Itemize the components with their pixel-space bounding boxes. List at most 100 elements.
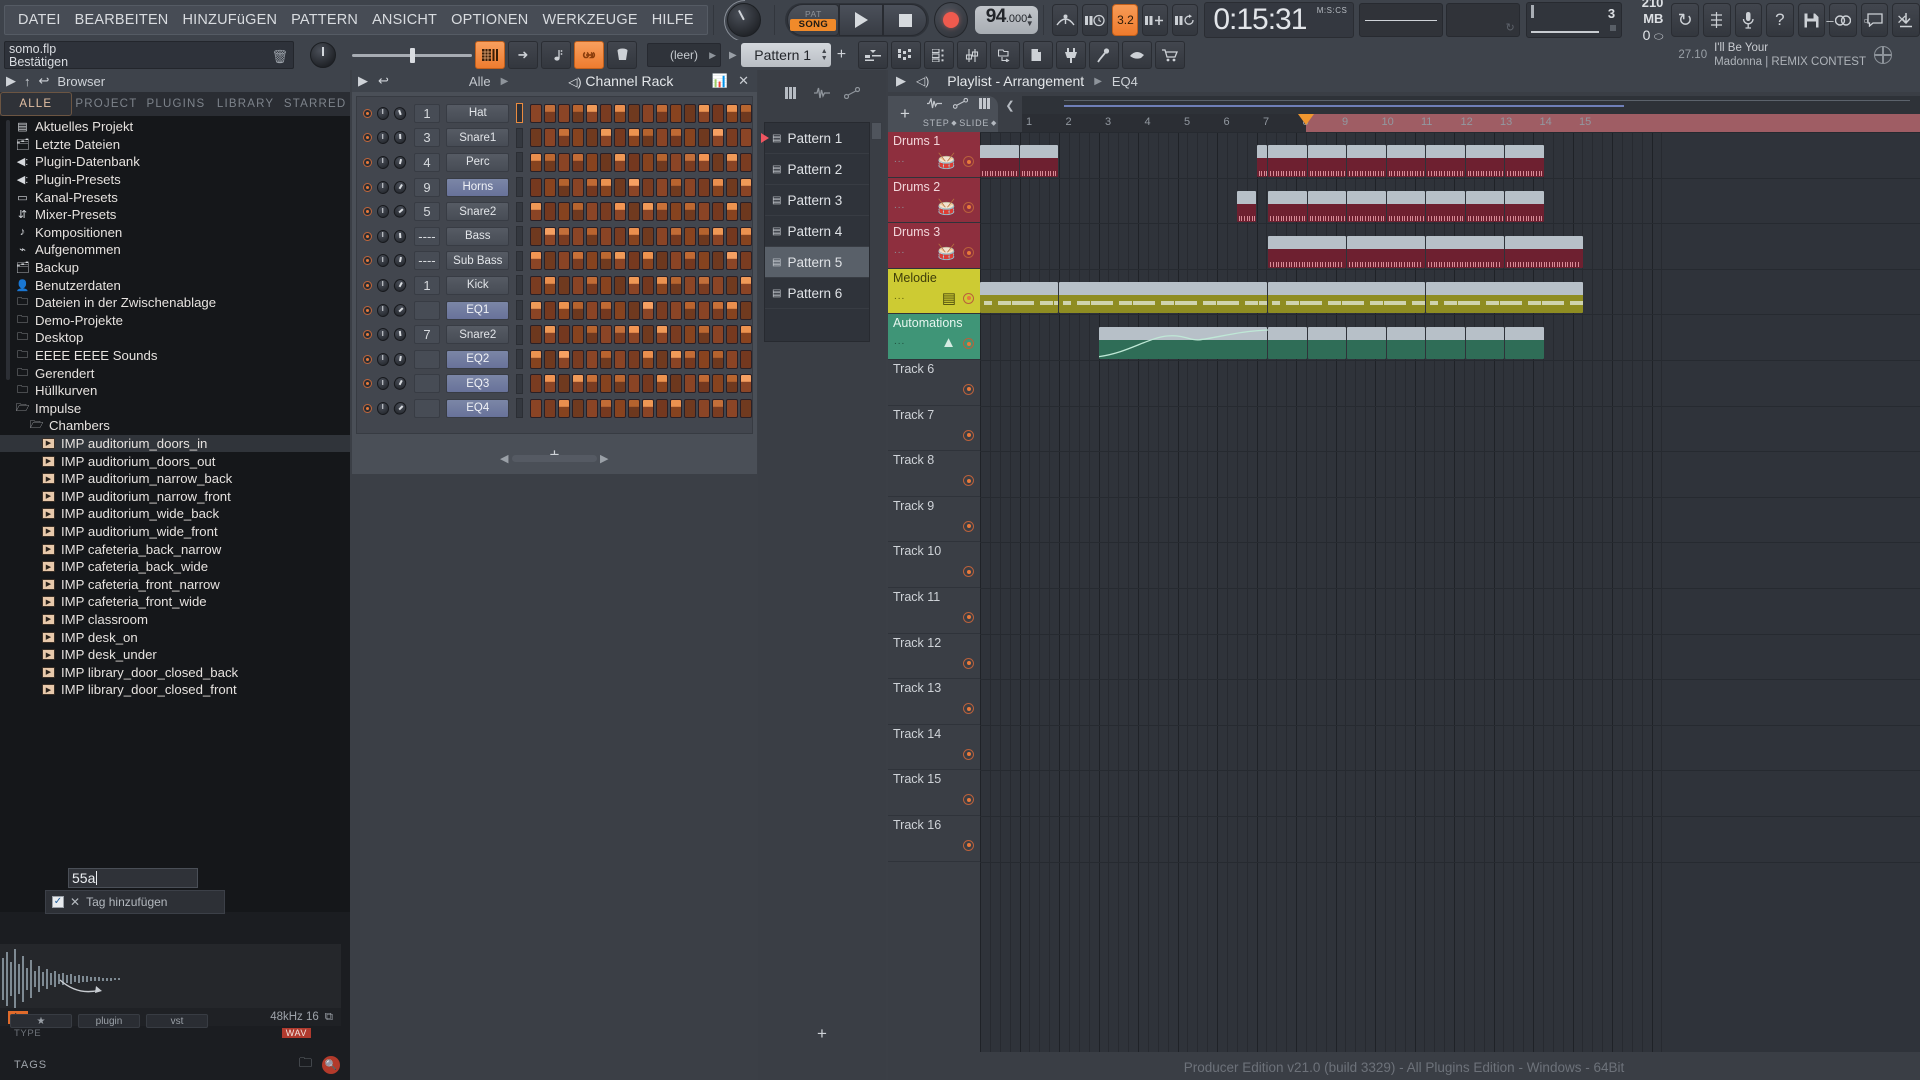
step-button[interactable] [530, 251, 542, 271]
track-record-arm[interactable] [963, 156, 974, 167]
channel-row[interactable]: EQ4 [357, 396, 752, 421]
channel-select-bar[interactable] [516, 373, 523, 394]
step-button[interactable] [712, 251, 724, 271]
browser-item-32[interactable]: ▶ IMP library_door_closed_front [0, 681, 350, 699]
step-button[interactable] [530, 374, 542, 394]
arrow-right-button[interactable]: ➜ [508, 41, 538, 69]
step-button[interactable] [572, 152, 584, 172]
step-button[interactable] [572, 128, 584, 148]
channel-select-bar[interactable] [516, 300, 523, 321]
step-button[interactable] [642, 349, 654, 369]
track-record-arm[interactable] [963, 247, 974, 259]
playlist-clip[interactable]: ▤ Pattern 5 [1347, 236, 1426, 268]
track-header-1[interactable]: Drums 1... 🥁 [888, 132, 980, 178]
step-button[interactable] [712, 103, 724, 123]
playlist-clip[interactable]: ▤ EQ1 [1465, 327, 1505, 359]
step-button[interactable] [530, 152, 542, 172]
step-button[interactable] [586, 103, 598, 123]
browser-item-25[interactable]: ▶ IMP cafeteria_back_wide [0, 558, 350, 576]
step-button[interactable] [530, 202, 542, 222]
tab-starred[interactable]: STARRED [280, 92, 350, 116]
menu-datei[interactable]: DATEI [11, 6, 68, 34]
step-button[interactable] [726, 152, 738, 172]
tab-alle[interactable]: ALLE [0, 92, 72, 116]
chevron-right-icon[interactable]: ▶ [896, 73, 906, 89]
step-button[interactable] [628, 152, 640, 172]
step-button[interactable] [726, 300, 738, 320]
track-record-arm[interactable] [963, 566, 974, 578]
step-button[interactable] [600, 374, 612, 394]
step-button[interactable] [670, 325, 682, 345]
channel-name-button[interactable]: Horns [446, 177, 510, 197]
close-icon[interactable]: 📊 ✕ [712, 73, 757, 89]
channel-number[interactable] [413, 398, 441, 418]
step-button[interactable] [530, 300, 542, 320]
channel-pan-knob[interactable] [376, 106, 390, 120]
step-button[interactable] [740, 226, 752, 246]
pattern-item-1[interactable]: ▤ Pattern 1 [761, 123, 869, 154]
step-button[interactable] [726, 325, 738, 345]
step-button[interactable] [656, 325, 668, 345]
step-button[interactable] [740, 325, 752, 345]
step-button[interactable] [572, 275, 584, 295]
slide-dot[interactable]: ◆ [991, 119, 997, 127]
step-button[interactable] [642, 202, 654, 222]
step-button[interactable] [600, 103, 612, 123]
playlist-clip[interactable]: ▤ Pa..n 4 [1386, 190, 1426, 223]
step-button[interactable] [712, 275, 724, 295]
playhead-marker[interactable] [1298, 114, 1315, 125]
channel-name-button[interactable]: EQ3 [446, 374, 510, 394]
track-header-14[interactable]: Track 14 [888, 725, 980, 771]
step-button[interactable] [684, 398, 696, 418]
step-button[interactable] [684, 275, 696, 295]
playlist-clip[interactable]: ▤ Pa..n 4 [1347, 190, 1386, 223]
close-icon[interactable]: ✕ [70, 895, 80, 909]
channel-led[interactable] [363, 280, 372, 290]
chevron-right-icon[interactable]: ▶ [358, 73, 368, 89]
plugin-power-icon-button[interactable] [1056, 41, 1087, 69]
channel-led[interactable] [363, 379, 372, 389]
step-button[interactable] [530, 325, 542, 345]
step-button[interactable] [642, 374, 654, 394]
playlist-clip[interactable]: ▤ Pattern 5 [1426, 236, 1505, 268]
step-button[interactable] [740, 202, 752, 222]
playlist-clip[interactable]: ▤ EQ2 [1098, 327, 1268, 359]
playlist-clip[interactable]: ▤ Pattern 3 [1059, 281, 1268, 314]
wave-icon[interactable] [813, 87, 830, 102]
channel-row[interactable]: 5 Snare2 [357, 199, 752, 224]
step-button[interactable] [712, 152, 724, 172]
add-tag-popup[interactable]: ✓ ✕ Tag hinzufügen [45, 890, 225, 914]
step-button[interactable] [572, 300, 584, 320]
step-button[interactable] [670, 226, 682, 246]
step-button[interactable] [530, 398, 542, 418]
pill-vst[interactable]: vst [146, 1014, 208, 1028]
playlist-clip[interactable]: ▤ EQ1 [1386, 327, 1426, 359]
minimize-button[interactable]: – [1812, 0, 1848, 40]
track-header-3[interactable]: Drums 3... 🥁 [888, 223, 980, 269]
channel-select-bar[interactable] [516, 275, 523, 296]
step-button[interactable] [698, 300, 710, 320]
mixer-button[interactable] [957, 41, 988, 69]
step-button[interactable] [656, 103, 668, 123]
playlist-clip[interactable]: ▤ Pa..n 1 [1386, 145, 1426, 177]
channel-row[interactable]: EQ2 [357, 347, 752, 372]
track-record-arm[interactable] [963, 292, 974, 304]
step-button[interactable] [628, 251, 640, 271]
step-button[interactable] [684, 300, 696, 320]
channel-row[interactable]: 3 Snare1 [357, 126, 752, 151]
track-header-6[interactable]: Track 6 [888, 360, 980, 406]
step-button[interactable] [684, 226, 696, 246]
browser-item-14[interactable]: 🗀 Gerendert [0, 364, 350, 382]
wave-icon[interactable] [927, 96, 943, 112]
step-button[interactable] [572, 374, 584, 394]
step-button[interactable] [586, 374, 598, 394]
step-button[interactable] [586, 275, 598, 295]
reset-icon-button[interactable]: ↻ [1671, 3, 1699, 37]
channel-led[interactable] [363, 182, 372, 192]
channel-led[interactable] [363, 330, 372, 340]
channel-volume-knob[interactable] [391, 202, 410, 221]
step-button[interactable] [670, 300, 682, 320]
tab-project[interactable]: PROJECT [72, 92, 142, 116]
channel-select-bar[interactable] [516, 398, 523, 419]
horizontal-slider[interactable] [352, 41, 472, 69]
